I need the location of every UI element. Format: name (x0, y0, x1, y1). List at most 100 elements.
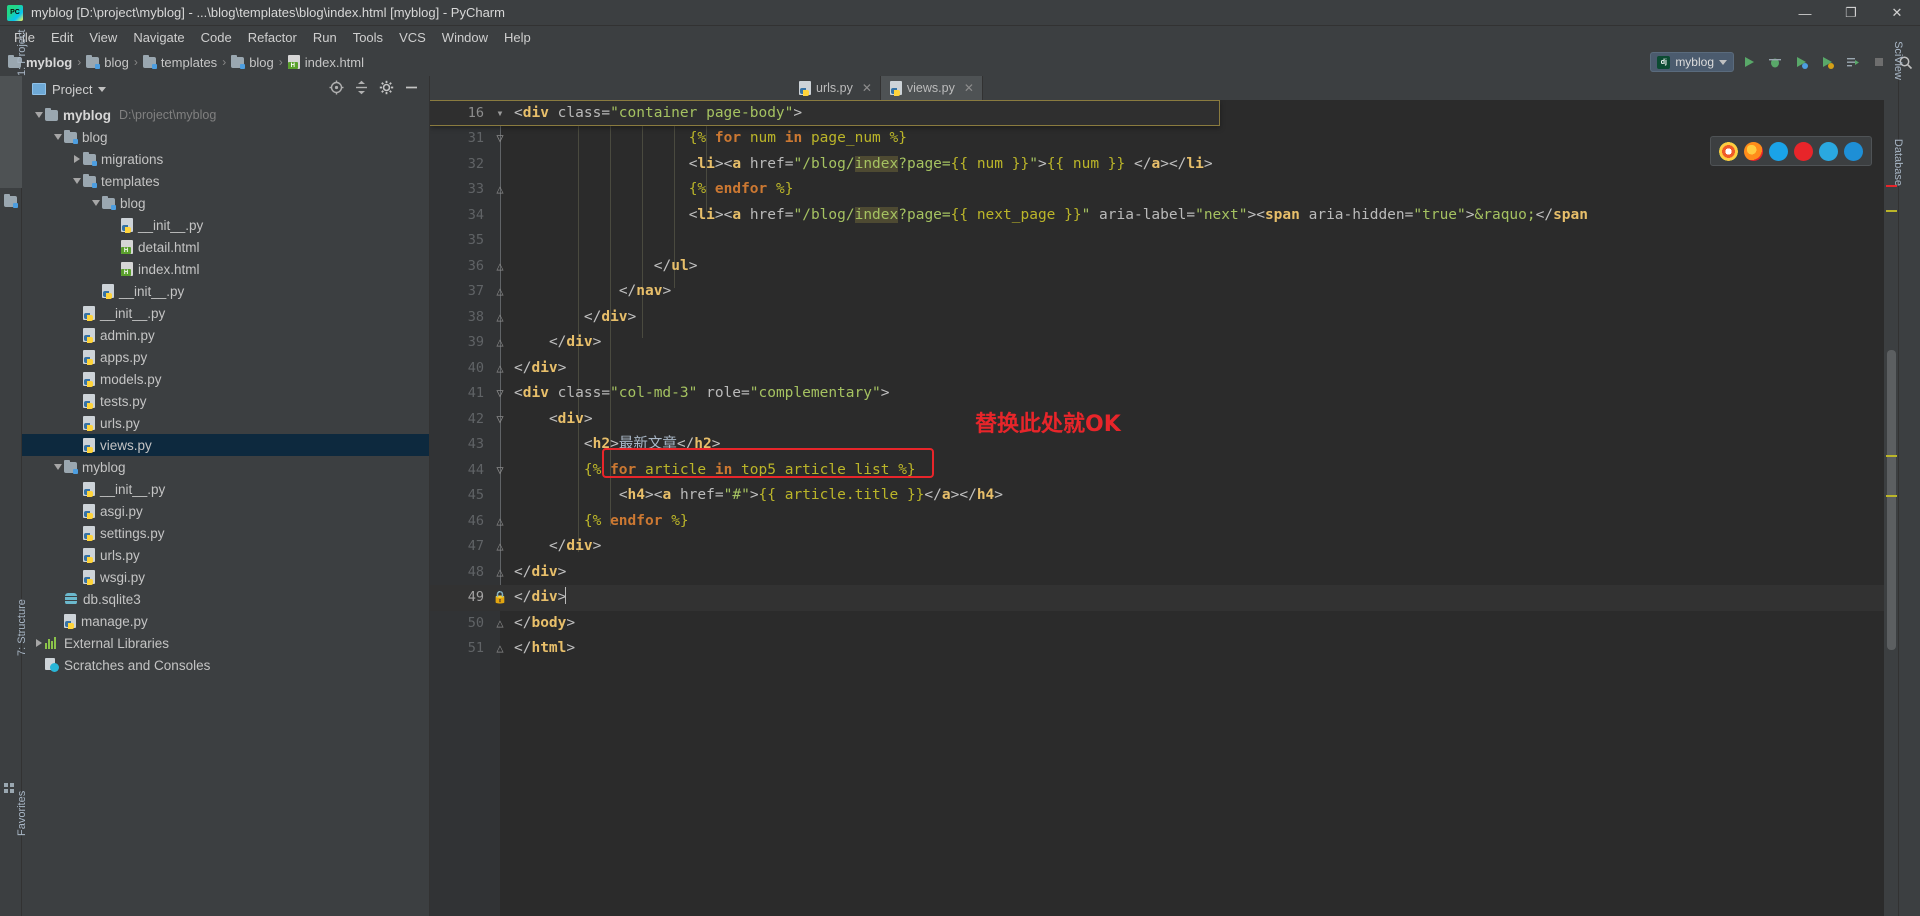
tree-item-detail-html[interactable]: detail.html (22, 236, 429, 258)
tree-item-views-py[interactable]: views.py (22, 434, 429, 456)
profile-icon[interactable] (1816, 51, 1838, 73)
breadcrumb-item-blog-inner[interactable]: blog (227, 54, 278, 71)
code-line-31[interactable]: 31 ▽ {% for num in page_num %} (430, 126, 1898, 152)
menu-navigate[interactable]: Navigate (125, 28, 192, 47)
fold-marker-icon[interactable]: △ (492, 560, 508, 586)
tree-item-blog[interactable]: blog (22, 126, 429, 148)
code-line-50[interactable]: 50 △ </body> (430, 611, 1898, 637)
tree-item-migrations[interactable]: migrations (22, 148, 429, 170)
fold-marker-icon[interactable]: ▽ (492, 381, 508, 407)
menu-code[interactable]: Code (193, 28, 240, 47)
fold-marker-icon[interactable]: ▽ (492, 458, 508, 484)
chrome-icon[interactable] (1719, 141, 1738, 161)
code-line-36[interactable]: 36 △ </ul> (430, 254, 1898, 280)
tree-item--init-py[interactable]: __init__.py (22, 214, 429, 236)
code-line-34[interactable]: 34 <li><a href="/blog/index?page={{ next… (430, 203, 1898, 229)
browser-launcher-bar[interactable] (1710, 136, 1872, 166)
chevron-down-icon[interactable] (70, 170, 83, 192)
chevron-right-icon[interactable] (32, 632, 45, 654)
editor-scrollbar[interactable] (1884, 100, 1898, 916)
tree-item-apps-py[interactable]: apps.py (22, 346, 429, 368)
run-icon[interactable] (1738, 51, 1760, 73)
code-line-32[interactable]: 32 <li><a href="/blog/index?page={{ num … (430, 152, 1898, 178)
breadcrumb-item-templates[interactable]: templates (139, 54, 221, 71)
tree-item-myblog[interactable]: myblog D:\project\myblog (22, 104, 429, 126)
fold-marker-icon[interactable]: ▾ (492, 101, 508, 126)
menu-window[interactable]: Window (434, 28, 496, 47)
code-line-49[interactable]: 49 🔒 </div> (430, 585, 1898, 611)
chevron-down-icon[interactable] (89, 192, 102, 214)
code-line-39[interactable]: 39 △ </div> (430, 330, 1898, 356)
minimize-button[interactable]: — (1782, 0, 1828, 26)
gear-icon[interactable] (379, 80, 394, 98)
tree-item--init-py[interactable]: __init__.py (22, 280, 429, 302)
sidebar-item-project[interactable]: 1: Project (0, 30, 28, 188)
breadcrumb-item-blog[interactable]: blog (82, 54, 133, 71)
collapse-all-icon[interactable] (354, 80, 369, 98)
code-line-47[interactable]: 47 △ </div> (430, 534, 1898, 560)
fold-marker-icon[interactable]: ▽ (492, 126, 508, 152)
code-line-42[interactable]: 42 ▽ <div> (430, 407, 1898, 433)
hide-panel-icon[interactable] (404, 80, 419, 98)
code-line-35[interactable]: 35 (430, 228, 1898, 254)
fold-marker-icon[interactable]: ▽ (492, 407, 508, 433)
tree-item-myblog[interactable]: myblog (22, 456, 429, 478)
project-tree[interactable]: myblog D:\project\myblog blog migrations tem… (22, 102, 429, 916)
menu-view[interactable]: View (81, 28, 125, 47)
tree-item-settings-py[interactable]: settings.py (22, 522, 429, 544)
sticky-header-line[interactable]: 16 ▾ <div class="container page-body"> (430, 100, 1220, 126)
fold-marker-icon[interactable]: △ (492, 254, 508, 280)
coverage-icon[interactable] (1790, 51, 1812, 73)
code-line-40[interactable]: 40 △ </div> (430, 356, 1898, 382)
code-line-44[interactable]: 44 ▽ {% for article in top5_article_list … (430, 458, 1898, 484)
tree-item-templates[interactable]: templates (22, 170, 429, 192)
menu-edit[interactable]: Edit (43, 28, 81, 47)
ie-icon[interactable] (1819, 141, 1838, 161)
tree-item-urls-py[interactable]: urls.py (22, 412, 429, 434)
tree-item-urls-py[interactable]: urls.py (22, 544, 429, 566)
close-icon[interactable]: ✕ (862, 81, 872, 95)
fold-marker-icon[interactable]: 🔒 (492, 585, 508, 611)
code-editor[interactable]: 31 ▽ {% for num in page_num %} 32 <li><a h… (430, 100, 1898, 916)
breadcrumb-item-myblog[interactable]: myblog (4, 54, 76, 71)
sidebar-item-favorites[interactable]: Favorites (0, 791, 28, 916)
fold-marker-icon[interactable]: △ (492, 636, 508, 662)
maximize-button[interactable]: ❐ (1828, 0, 1874, 26)
menu-tools[interactable]: Tools (345, 28, 391, 47)
tree-item--init-py[interactable]: __init__.py (22, 478, 429, 500)
run-configuration-selector[interactable]: dj myblog (1650, 52, 1734, 72)
tree-item-manage-py[interactable]: manage.py (22, 610, 429, 632)
tree-item-tests-py[interactable]: tests.py (22, 390, 429, 412)
fold-marker-icon[interactable]: △ (492, 534, 508, 560)
code-line-45[interactable]: 45 <h4><a href="#">{{ article.title }}</… (430, 483, 1898, 509)
fold-marker-icon[interactable]: △ (492, 356, 508, 382)
editor-tab-views-py[interactable]: views.py ✕ (880, 76, 983, 100)
code-line-38[interactable]: 38 △ </div> (430, 305, 1898, 331)
close-icon[interactable]: ✕ (964, 81, 974, 95)
tree-item-wsgi-py[interactable]: wsgi.py (22, 566, 429, 588)
menu-run[interactable]: Run (305, 28, 345, 47)
edge-icon[interactable] (1844, 141, 1863, 161)
fold-marker-icon[interactable]: △ (492, 330, 508, 356)
chevron-right-icon[interactable] (70, 148, 83, 170)
run-with-icon[interactable] (1842, 51, 1864, 73)
code-line-51[interactable]: 51 △ </html> (430, 636, 1898, 662)
code-line-48[interactable]: 48 △ </div> (430, 560, 1898, 586)
tree-item-external-libraries[interactable]: External Libraries (22, 632, 429, 654)
code-line-41[interactable]: 41 ▽ <div class="col-md-3" role="complemen… (430, 381, 1898, 407)
firefox-icon[interactable] (1744, 141, 1763, 161)
code-line-43[interactable]: 43 <h2>最新文章</h2> (430, 432, 1898, 458)
code-line-46[interactable]: 46 △ {% endfor %} (430, 509, 1898, 535)
safari-icon[interactable] (1794, 141, 1813, 161)
scrollbar-thumb[interactable] (1887, 350, 1896, 650)
chevron-down-icon[interactable] (32, 104, 45, 126)
chevron-down-icon[interactable] (98, 86, 107, 92)
fold-marker-icon[interactable]: △ (492, 279, 508, 305)
debug-icon[interactable] (1764, 51, 1786, 73)
opera-icon[interactable] (1769, 141, 1788, 161)
menu-vcs[interactable]: VCS (391, 28, 434, 47)
tree-item--init-py[interactable]: __init__.py (22, 302, 429, 324)
code-line-37[interactable]: 37 △ </nav> (430, 279, 1898, 305)
locate-icon[interactable] (329, 80, 344, 98)
chevron-down-icon[interactable] (51, 126, 64, 148)
